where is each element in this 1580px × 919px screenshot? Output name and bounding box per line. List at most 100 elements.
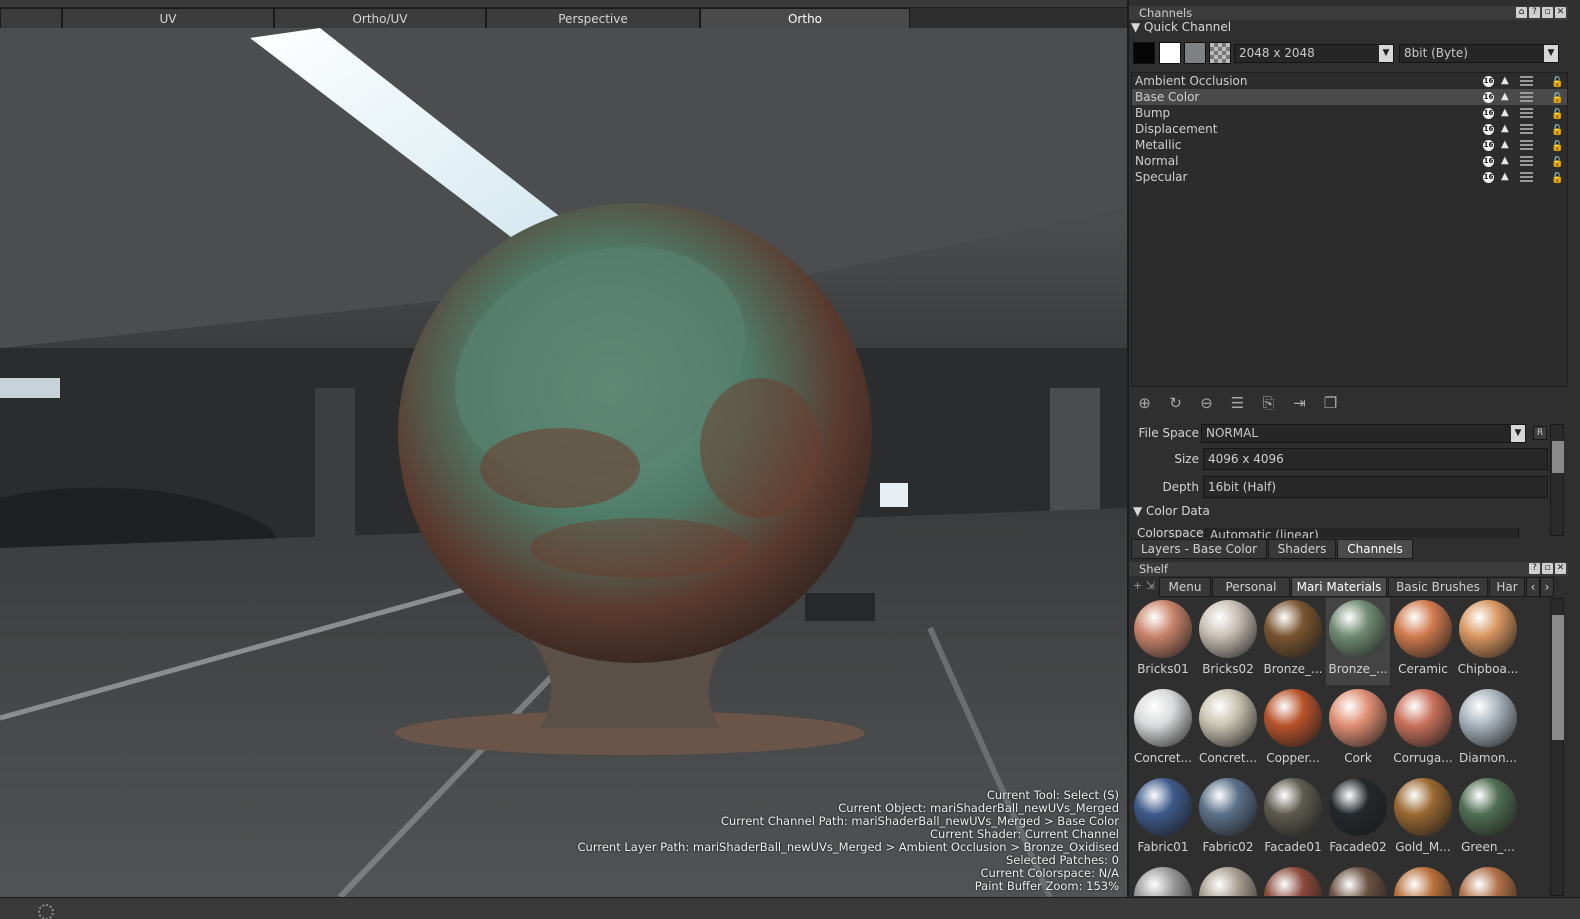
material-tile[interactable]: Copper... <box>1261 687 1325 774</box>
lock-icon[interactable]: 🔓 <box>1551 171 1563 187</box>
material-tile[interactable] <box>1391 865 1455 896</box>
black-swatch[interactable] <box>1133 42 1155 64</box>
properties-scrollbar[interactable] <box>1550 424 1564 536</box>
visibility-icon[interactable]: ▲ <box>1501 171 1511 183</box>
material-tile[interactable]: Fabric02 <box>1196 776 1260 863</box>
tab-scroll-left-icon[interactable]: ‹ <box>1526 577 1540 597</box>
menu-lines-icon[interactable] <box>1520 156 1533 166</box>
depth-dropdown[interactable]: 8bit (Byte) ▼ <box>1399 44 1559 63</box>
3d-viewport[interactable]: Current Tool: Select (S) Current Object:… <box>0 28 1127 897</box>
tab-layers[interactable]: Layers - Base Color <box>1131 539 1267 559</box>
quick-channel-header[interactable]: ▼ Quick Channel <box>1131 20 1231 34</box>
shelf-tab-basic-brushes[interactable]: Basic Brushes <box>1388 577 1488 597</box>
material-tile[interactable]: Bricks02 <box>1196 598 1260 685</box>
help-icon[interactable]: ? <box>1529 7 1540 18</box>
material-tile[interactable] <box>1326 865 1390 896</box>
channel-row-displacement[interactable]: Displacement 16 ▲ 🔓 <box>1132 121 1567 137</box>
bitdepth-badge: 16 <box>1483 92 1494 103</box>
colorspace-value: Automatic (linear) <box>1210 528 1319 538</box>
transparent-swatch[interactable] <box>1209 42 1231 64</box>
help-icon[interactable]: ? <box>1529 563 1540 574</box>
colorspace-dropdown[interactable]: Automatic (linear) <box>1205 528 1519 538</box>
close-icon[interactable]: ✕ <box>1555 563 1566 574</box>
bitdepth-badge: 16 <box>1483 140 1494 151</box>
material-tile[interactable] <box>1456 865 1520 896</box>
color-data-header[interactable]: ▼ Color Data <box>1133 504 1210 518</box>
shelf-tab-mari-materials[interactable]: Mari Materials <box>1291 577 1387 597</box>
material-tile[interactable]: Chipboa... <box>1456 598 1520 685</box>
material-tile[interactable]: Cork <box>1326 687 1390 774</box>
tab-perspective[interactable]: Perspective <box>486 8 700 28</box>
channel-row-ambient-occlusion[interactable]: Ambient Occlusion 16 ▲ 🔓 <box>1132 73 1567 89</box>
material-tile[interactable]: Concret... <box>1131 687 1195 774</box>
material-tile[interactable]: Facade01 <box>1261 776 1325 863</box>
close-icon[interactable]: ✕ <box>1555 7 1566 18</box>
material-tile[interactable]: Bronze_... <box>1261 598 1325 685</box>
float-icon[interactable]: ▫ <box>1542 7 1553 18</box>
restore-icon[interactable]: ⌂ <box>1516 7 1527 18</box>
channel-row-specular[interactable]: Specular 16 ▲ 🔓 <box>1132 169 1567 185</box>
remove-channel-icon[interactable]: ⊖ <box>1195 392 1218 415</box>
material-tile[interactable]: Facade02 <box>1326 776 1390 863</box>
tab-blank[interactable] <box>0 8 62 28</box>
material-ball-icon <box>1394 778 1452 836</box>
channel-row-bump[interactable]: Bump 16 ▲ 🔓 <box>1132 105 1567 121</box>
channel-row-base-color[interactable]: Base Color 16 ▲ 🔓 <box>1132 89 1567 105</box>
menu-lines-icon[interactable] <box>1520 92 1533 102</box>
tab-channels[interactable]: Channels <box>1337 539 1413 559</box>
material-tile[interactable]: Gold_M... <box>1391 776 1455 863</box>
shelf-scrollbar[interactable] <box>1550 598 1564 896</box>
visibility-icon[interactable]: ▲ <box>1501 75 1511 87</box>
menu-lines-icon[interactable] <box>1520 124 1533 134</box>
material-tile[interactable]: Diamon... <box>1456 687 1520 774</box>
visibility-icon[interactable]: ▲ <box>1501 107 1511 119</box>
size-dropdown[interactable]: 2048 x 2048 ▼ <box>1234 44 1394 63</box>
menu-lines-icon[interactable] <box>1520 76 1533 86</box>
material-tile[interactable] <box>1131 865 1195 896</box>
tab-shaders[interactable]: Shaders <box>1268 539 1336 559</box>
material-ball-icon <box>1459 778 1517 836</box>
tab-ortho-uv[interactable]: Ortho/UV <box>274 8 486 28</box>
add-shelf-icon[interactable]: + ⇲ <box>1133 579 1155 592</box>
duplicate-icon[interactable]: ❐ <box>1319 392 1342 415</box>
material-tile[interactable]: Bricks01 <box>1131 598 1195 685</box>
visibility-icon[interactable]: ▲ <box>1501 123 1511 135</box>
grey-swatch[interactable] <box>1184 42 1206 64</box>
white-swatch[interactable] <box>1159 42 1181 64</box>
scrollbar-thumb[interactable] <box>1552 441 1564 473</box>
material-tile[interactable]: Corruga... <box>1391 687 1455 774</box>
material-tile[interactable] <box>1196 865 1260 896</box>
size-field[interactable]: 4096 x 4096 <box>1203 448 1548 470</box>
tab-uv[interactable]: UV <box>62 8 274 28</box>
visibility-icon[interactable]: ▲ <box>1501 139 1511 151</box>
tab-scroll-right-icon[interactable]: › <box>1540 577 1554 597</box>
channel-row-normal[interactable]: Normal 16 ▲ 🔓 <box>1132 153 1567 169</box>
channels-panel-title: Channels ⌂ ? ▫ ✕ <box>1129 6 1568 20</box>
refresh-icon[interactable]: ↻ <box>1164 392 1187 415</box>
material-tile[interactable]: Green_... <box>1456 776 1520 863</box>
material-tile[interactable] <box>1261 865 1325 896</box>
menu-lines-icon[interactable] <box>1520 140 1533 150</box>
material-tile[interactable]: Concret... <box>1196 687 1260 774</box>
add-channel-icon[interactable]: ⊕ <box>1133 392 1156 415</box>
reset-button[interactable]: R <box>1533 426 1547 440</box>
file-space-dropdown[interactable]: NORMAL ▼ <box>1201 424 1526 443</box>
menu-lines-icon[interactable] <box>1520 108 1533 118</box>
channel-row-metallic[interactable]: Metallic 16 ▲ 🔓 <box>1132 137 1567 153</box>
float-icon[interactable]: ▫ <box>1542 563 1553 574</box>
import-icon[interactable]: ⇥ <box>1288 392 1311 415</box>
material-tile[interactable]: Fabric01 <box>1131 776 1195 863</box>
visibility-icon[interactable]: ▲ <box>1501 155 1511 167</box>
shelf-tab-personal[interactable]: Personal <box>1212 577 1290 597</box>
material-tile[interactable]: Ceramic <box>1391 598 1455 685</box>
material-tile[interactable]: Bronze_... <box>1326 598 1390 685</box>
tab-ortho[interactable]: Ortho <box>700 8 910 28</box>
depth-field[interactable]: 16bit (Half) <box>1203 476 1548 498</box>
export-icon[interactable]: ⎘ <box>1257 392 1280 415</box>
menu-lines-icon[interactable] <box>1520 172 1533 182</box>
visibility-icon[interactable]: ▲ <box>1501 91 1511 103</box>
shelf-tab-hard[interactable]: Har <box>1489 577 1525 597</box>
scrollbar-thumb[interactable] <box>1552 615 1564 740</box>
list-icon[interactable]: ☰ <box>1226 392 1249 415</box>
shelf-tab-menu[interactable]: Menu <box>1159 577 1211 597</box>
